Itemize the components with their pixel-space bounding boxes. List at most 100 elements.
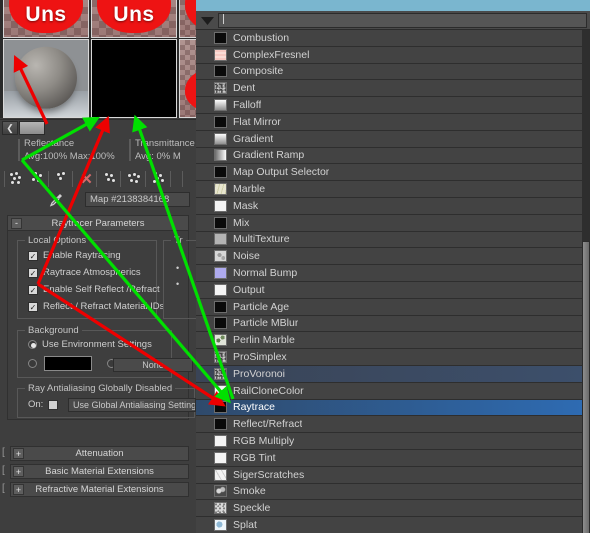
map-list-item-prosimplex[interactable]: ProSimplex [196,349,582,366]
map-list-item-provoronoi[interactable]: ProVoronoi [196,366,582,383]
expand-toggle-icon[interactable]: + [13,448,24,459]
assign-to-selection-icon[interactable] [53,170,72,188]
map-list-item-reflect-refract[interactable]: Reflect/Refract [196,416,582,434]
attenuation-header[interactable]: + Attenuation [10,446,189,461]
rollout-bracket: [ [2,465,5,476]
sample-slot-unsupported-3[interactable] [179,0,196,38]
list-scrollbar-thumb[interactable] [582,241,590,533]
checkbox-enable-self-reflect-refract[interactable]: ✓ Enable Self Reflect /Refract [28,284,160,295]
background-color-row[interactable] [28,356,116,371]
make-material-copy-icon[interactable] [101,170,120,188]
checkbox-box[interactable]: ✓ [28,284,38,295]
map-list-item-noise[interactable]: Noise [196,248,582,266]
checkbox-label: Reflect / Refract Material IDs [43,301,165,312]
map-list-item-railclonecolor[interactable]: RailCloneColor [196,382,582,400]
basic-material-extensions-rollout[interactable]: [ + Basic Material Extensions [2,464,189,479]
chevron-down-icon[interactable] [199,14,215,27]
map-list-item-combustion[interactable]: Combustion [196,30,582,47]
divider-bar [129,139,131,161]
put-to-scene-icon[interactable] [29,170,48,188]
map-list-item-label: Smoke [233,485,266,498]
material-toolbar[interactable]: ✕ [0,168,196,190]
row-indent [196,215,214,231]
map-list-item-sigerscratches[interactable]: SigerScratches [196,466,582,484]
antialiasing-on-row[interactable]: On: [28,399,59,410]
get-material-icon[interactable] [7,170,26,188]
checkbox-box[interactable]: ✓ [28,250,38,261]
checkbox-label: Enable Self Reflect /Refract [43,284,160,295]
local-options-label: Local Options [25,235,90,246]
refractive-material-extensions-rollout[interactable]: [ + Refractive Material Extensions [2,482,189,497]
map-list-item-map-output-selector[interactable]: Map Output Selector [196,164,582,182]
sample-slot-scrollbar[interactable]: ❮ [0,119,196,135]
map-list-item-output[interactable]: Output [196,282,582,299]
map-list-item-flat-mirror[interactable]: Flat Mirror [196,114,582,131]
sample-slot-grey-sphere[interactable] [3,39,89,118]
refractive-material-extensions-title: Refractive Material Extensions [35,484,164,495]
map-list-item-perlin-marble[interactable]: Perlin Marble [196,332,582,350]
make-unique-icon[interactable] [125,170,144,188]
expand-toggle-icon[interactable]: + [13,466,24,477]
transmittance-block: Transmittance Avg: 0% M [129,137,195,163]
map-list-item-normal-bump[interactable]: Normal Bump [196,265,582,282]
basic-material-extensions-header[interactable]: + Basic Material Extensions [10,464,189,479]
map-preview-swatch-icon [214,31,227,44]
map-list-item-rgb-multiply[interactable]: RGB Multiply [196,433,582,450]
checkbox-enable-raytracing[interactable]: ✓ Enable Raytracing [28,250,121,261]
map-list-item-particle-age[interactable]: Particle Age [196,298,582,316]
delete-material-icon[interactable]: ✕ [77,170,96,188]
sample-slot-grid[interactable]: Uns Uns [0,0,196,118]
background-map-field[interactable]: None [113,358,193,372]
map-list-item-complexfresnel[interactable]: ComplexFresnel [196,46,582,64]
browser-titlebar[interactable] [196,0,590,11]
map-list-item-smoke[interactable]: Smoke [196,483,582,501]
map-list-item-gradient-ramp[interactable]: Gradient Ramp [196,147,582,165]
map-list-item-marble[interactable]: Marble [196,181,582,198]
radio-button[interactable] [28,340,37,349]
list-scrollbar[interactable] [582,30,590,533]
map-type-list[interactable]: Combustion ComplexFresnel Composite Dent Fal… [196,30,590,533]
background-color-swatch[interactable] [44,356,92,371]
map-list-item-multitexture[interactable]: MultiTexture [196,231,582,249]
collapse-toggle-icon[interactable]: - [11,218,22,229]
checkbox-raytrace-atmospherics[interactable]: ✓ Raytrace Atmospherics [28,267,141,278]
search-input[interactable] [218,13,587,28]
antialiasing-preset-field[interactable]: Use Global Antialiasing Settings [68,398,196,412]
sample-slot-strip-right[interactable] [179,39,196,118]
checkbox-reflect-refract-material-ids[interactable]: ✓ Reflect / Refract Material IDs [28,301,164,312]
map-list-item-composite[interactable]: Composite [196,63,582,81]
expand-toggle-icon[interactable]: + [13,484,24,495]
map-name-field[interactable]: Map #2138384168 [85,192,190,207]
divider-bar [18,139,20,161]
raytracer-parameters-rollout: - Raytracer Parameters Local Options ✓ E… [7,215,196,420]
map-list-item-splat[interactable]: Splat [196,517,582,533]
row-indent [196,248,214,264]
sample-slot-unsupported-2[interactable]: Uns [91,0,177,38]
map-list-item-rgb-tint[interactable]: RGB Tint [196,450,582,467]
map-list-item-particle-mblur[interactable]: Particle MBlur [196,315,582,333]
scrollbar-thumb[interactable] [19,121,45,135]
put-to-library-icon[interactable] [150,170,169,188]
sample-slot-active-black[interactable] [91,39,177,118]
map-list-item-falloff[interactable]: Falloff [196,97,582,114]
map-list-item-raytrace[interactable]: Raytrace [196,399,582,417]
scroll-left-arrow-icon[interactable]: ❮ [2,121,18,135]
checkbox-box[interactable]: ✓ [28,267,38,278]
map-list-item-label: Particle MBlur [233,317,299,330]
map-list-item-mask[interactable]: Mask [196,198,582,215]
radio-button-color[interactable] [28,359,37,368]
map-list-item-mix[interactable]: Mix [196,214,582,232]
map-list-item-label: Output [233,283,265,296]
antialias-on-checkbox[interactable] [48,399,59,410]
checkbox-box[interactable]: ✓ [28,301,38,312]
map-list-item-dent[interactable]: Dent [196,80,582,98]
refractive-material-extensions-header[interactable]: + Refractive Material Extensions [10,482,189,497]
sample-slot-unsupported-1[interactable]: Uns [3,0,89,38]
map-list-item-speckle[interactable]: Speckle [196,500,582,518]
attenuation-rollout[interactable]: [ + Attenuation [2,446,189,461]
map-list-item-gradient[interactable]: Gradient [196,130,582,148]
radio-use-environment-settings[interactable]: Use Environment Settings [28,339,152,350]
map-list-item-label: Speckle [233,502,271,515]
eyedropper-icon[interactable] [49,192,65,208]
raytracer-rollout-header[interactable]: - Raytracer Parameters [8,216,188,231]
